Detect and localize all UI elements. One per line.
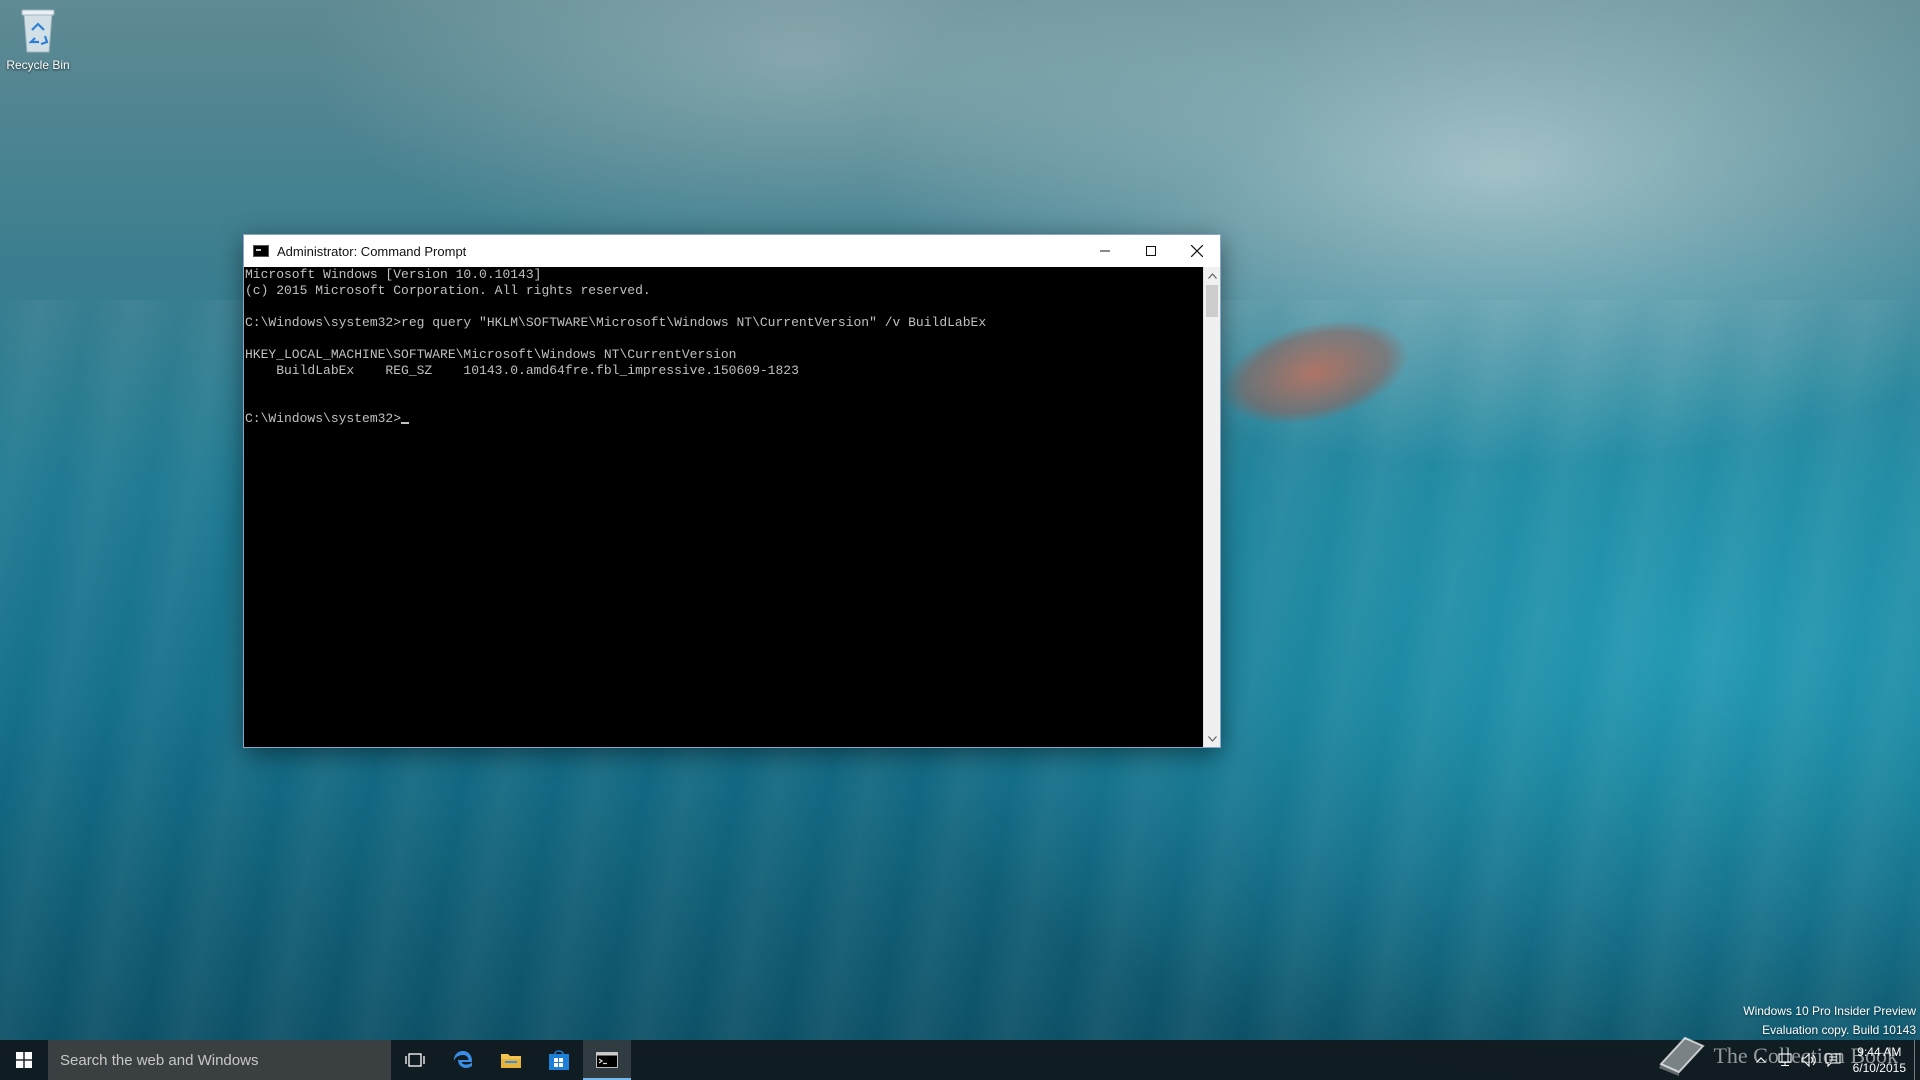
search-placeholder: Search the web and Windows: [60, 1051, 259, 1069]
window-titlebar[interactable]: Administrator: Command Prompt: [244, 235, 1220, 267]
network-button[interactable]: [1773, 1040, 1797, 1080]
command-prompt-window[interactable]: Administrator: Command Prompt Microsoft …: [243, 234, 1221, 748]
maximize-button[interactable]: [1128, 235, 1174, 267]
windows-logo-icon: [16, 1052, 32, 1068]
task-view-button[interactable]: [391, 1040, 439, 1080]
store-button[interactable]: [535, 1040, 583, 1080]
minimize-button[interactable]: [1082, 235, 1128, 267]
command-prompt-icon: [596, 1052, 618, 1068]
recycle-bin-label: Recycle Bin: [6, 58, 70, 72]
command-prompt-taskbar-button[interactable]: [583, 1040, 631, 1080]
scroll-thumb[interactable]: [1206, 285, 1218, 317]
console-line: BuildLabEx REG_SZ 10143.0.amd64fre.fbl_i…: [245, 363, 799, 378]
system-tray: 9:44 AM 6/10/2015: [1749, 1040, 1920, 1080]
clock-date: 6/10/2015: [1852, 1061, 1906, 1075]
task-view-icon: [405, 1053, 425, 1067]
console-line: C:\Windows\system32>reg query "HKLM\SOFT…: [245, 315, 987, 330]
speaker-icon: [1801, 1053, 1816, 1067]
folder-icon: [501, 1054, 521, 1068]
chevron-up-icon: [1208, 272, 1217, 279]
store-icon: [549, 1050, 569, 1070]
show-hidden-icons-button[interactable]: [1749, 1040, 1773, 1080]
scroll-down-button[interactable]: [1204, 730, 1221, 747]
console-prompt-line[interactable]: C:\Windows\system32>: [244, 411, 1204, 427]
volume-button[interactable]: [1797, 1040, 1821, 1080]
taskbar-clock[interactable]: 9:44 AM 6/10/2015: [1845, 1044, 1914, 1076]
notification-icon: [1825, 1053, 1841, 1067]
close-icon: [1191, 245, 1203, 257]
file-explorer-button[interactable]: [487, 1040, 535, 1080]
chevron-down-icon: [1208, 735, 1217, 742]
console-output[interactable]: Microsoft Windows [Version 10.0.10143] (…: [244, 267, 1204, 747]
text-cursor: [401, 422, 410, 424]
vertical-scrollbar[interactable]: [1203, 267, 1220, 747]
console-line: HKEY_LOCAL_MACHINE\SOFTWARE\Microsoft\Wi…: [245, 347, 737, 362]
evaluation-watermark: Windows 10 Pro Insider Preview Evaluatio…: [1743, 1002, 1916, 1040]
wallpaper-fabric: [1211, 303, 1419, 442]
show-desktop-button[interactable]: [1914, 1040, 1920, 1080]
start-button[interactable]: [0, 1040, 48, 1080]
edge-icon: [453, 1051, 472, 1068]
chevron-up-icon: [1755, 1057, 1766, 1063]
recycle-bin-icon: [18, 6, 58, 54]
taskbar: Search the web and Windows 9:44 AM 6/10/…: [0, 1040, 1920, 1080]
window-controls: [1082, 235, 1220, 267]
watermark-line-build: Evaluation copy. Build 10143: [1762, 1023, 1916, 1037]
console-prompt: C:\Windows\system32>: [245, 411, 402, 426]
clock-time: 9:44 AM: [1857, 1045, 1902, 1059]
watermark-line-edition: Windows 10 Pro Insider Preview: [1743, 1004, 1916, 1018]
console-line: (c) 2015 Microsoft Corporation. All righ…: [245, 283, 651, 298]
cmd-app-icon[interactable]: [253, 245, 269, 257]
network-icon: [1778, 1053, 1792, 1066]
recycle-bin-desktop-icon[interactable]: Recycle Bin: [4, 6, 72, 72]
action-center-button[interactable]: [1821, 1040, 1845, 1080]
window-title: Administrator: Command Prompt: [277, 243, 467, 259]
minimize-icon: [1100, 250, 1110, 252]
maximize-icon: [1146, 246, 1156, 256]
console-line: Microsoft Windows [Version 10.0.10143]: [245, 267, 542, 282]
scroll-up-button[interactable]: [1204, 267, 1221, 284]
edge-button[interactable]: [439, 1040, 487, 1080]
close-button[interactable]: [1174, 235, 1220, 267]
search-box[interactable]: Search the web and Windows: [48, 1040, 391, 1080]
